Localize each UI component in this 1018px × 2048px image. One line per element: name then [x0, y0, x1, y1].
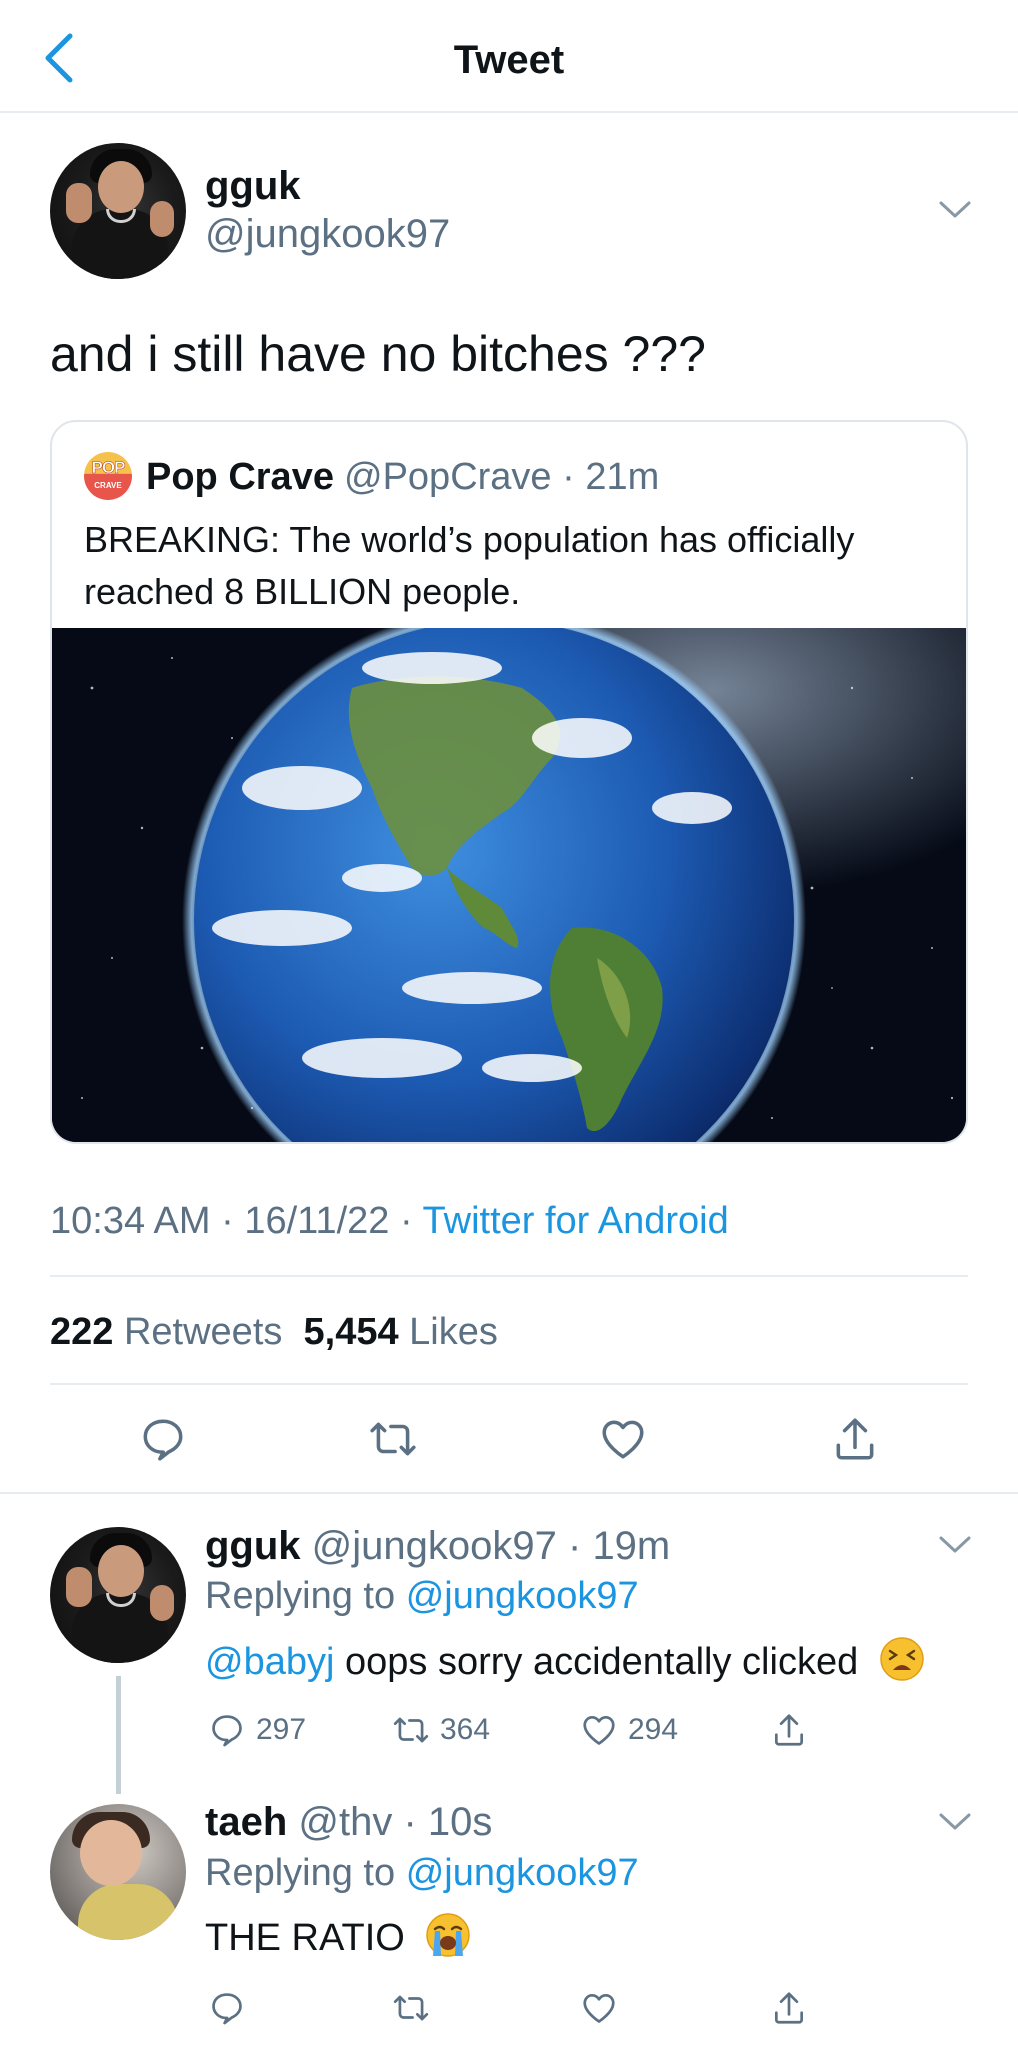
reply-like-button[interactable] [580, 1986, 618, 2030]
tweet-text: and i still have no bitches ??? [50, 326, 706, 382]
reply-reply-button[interactable]: 297 [208, 1708, 306, 1752]
reply-avatar[interactable] [50, 1804, 186, 1940]
heart-icon [583, 1993, 615, 2023]
reply-share-button[interactable] [770, 1708, 808, 1752]
tired-face-emoji-icon [880, 1637, 924, 1681]
share-icon [774, 1992, 804, 2024]
replying-to: Replying to @jungkook97 [205, 1852, 639, 1894]
replying-to-link[interactable]: @jungkook97 [406, 1852, 639, 1894]
divider [50, 1383, 968, 1385]
heart-icon [583, 1715, 615, 1745]
chevron-down-icon[interactable] [938, 1812, 972, 1832]
chevron-down-icon[interactable] [938, 1535, 972, 1555]
quoted-tweet-text: BREAKING: The world’s population has off… [84, 519, 855, 612]
reply-text: @babyj oops sorry accidentally clicked [205, 1636, 925, 1684]
heart-icon [602, 1420, 644, 1459]
like-button[interactable] [598, 1414, 648, 1464]
page-title: Tweet [453, 38, 565, 82]
earth-photo [52, 628, 966, 1142]
reply-button[interactable] [138, 1414, 188, 1464]
quoted-tweet[interactable]: POP CRAVE Pop Crave @PopCrave · 21m BREA… [50, 420, 968, 1144]
reply-share-button[interactable] [770, 1986, 808, 2030]
reply-icon [212, 1993, 242, 2025]
retweet-count: 364 [440, 1713, 491, 1746]
like-count: 294 [628, 1713, 679, 1746]
author-name[interactable]: gguk [205, 164, 301, 209]
reply-avatar[interactable] [50, 1527, 186, 1663]
reply-icon [143, 1419, 183, 1461]
replying-to: Replying to @jungkook97 [205, 1575, 639, 1617]
reply-retweet-button[interactable] [392, 1986, 430, 2030]
reply-header: taeh @thv · 10s [205, 1800, 493, 1844]
like-count: 5,454 [303, 1311, 399, 1353]
reply-time: 19m [592, 1524, 671, 1568]
popcrave-avatar: POP CRAVE [84, 452, 132, 500]
divider [0, 1492, 1018, 1494]
share-icon [774, 1714, 804, 1746]
chevron-down-icon[interactable] [938, 200, 972, 220]
source-link[interactable]: Twitter for Android [423, 1200, 729, 1242]
tweet-stats: 222 Retweets 5,454 Likes [50, 1311, 498, 1354]
reply-icon [212, 1715, 242, 1747]
replying-to-link[interactable]: @jungkook97 [406, 1575, 639, 1617]
reply-retweet-button[interactable]: 364 [392, 1708, 490, 1752]
share-icon [836, 1418, 874, 1460]
reply-author-handle[interactable]: @thv [298, 1800, 392, 1844]
earth-image[interactable] [52, 628, 966, 1142]
reply-author-name[interactable]: taeh [205, 1800, 287, 1844]
reply-time: 10s [427, 1800, 493, 1844]
reply-author-handle[interactable]: @jungkook97 [312, 1524, 557, 1568]
divider [50, 1275, 968, 1277]
reply-header: gguk @jungkook97 · 19m [205, 1524, 671, 1568]
likes-link[interactable]: Likes [409, 1311, 498, 1353]
thread-connector [116, 1676, 121, 1794]
reply-reply-button[interactable] [208, 1986, 246, 2030]
retweet-icon [393, 1995, 429, 2021]
mention-link[interactable]: @babyj [205, 1641, 334, 1683]
author-avatar[interactable] [50, 143, 186, 279]
retweet-icon [370, 1422, 416, 1456]
retweet-icon [393, 1717, 429, 1743]
retweets-link[interactable]: Retweets [124, 1311, 282, 1353]
author-handle[interactable]: @jungkook97 [205, 212, 450, 257]
reply-text: THE RATIO [205, 1912, 471, 1960]
top-bar: Tweet [0, 0, 1018, 113]
quoted-author-name: Pop Crave [146, 456, 334, 498]
loudly-crying-face-emoji-icon [426, 1913, 471, 1957]
quoted-author-meta: @PopCrave · 21m [344, 456, 660, 498]
share-button[interactable] [830, 1414, 880, 1464]
retweet-count: 222 [50, 1311, 114, 1353]
tweet-timestamp: 10:34 AM · 16/11/22 · Twitter for Androi… [50, 1200, 729, 1242]
reply-author-name[interactable]: gguk [205, 1524, 301, 1568]
reply-count: 297 [256, 1713, 307, 1746]
reply-like-button[interactable]: 294 [580, 1708, 678, 1752]
retweet-button[interactable] [368, 1414, 418, 1464]
